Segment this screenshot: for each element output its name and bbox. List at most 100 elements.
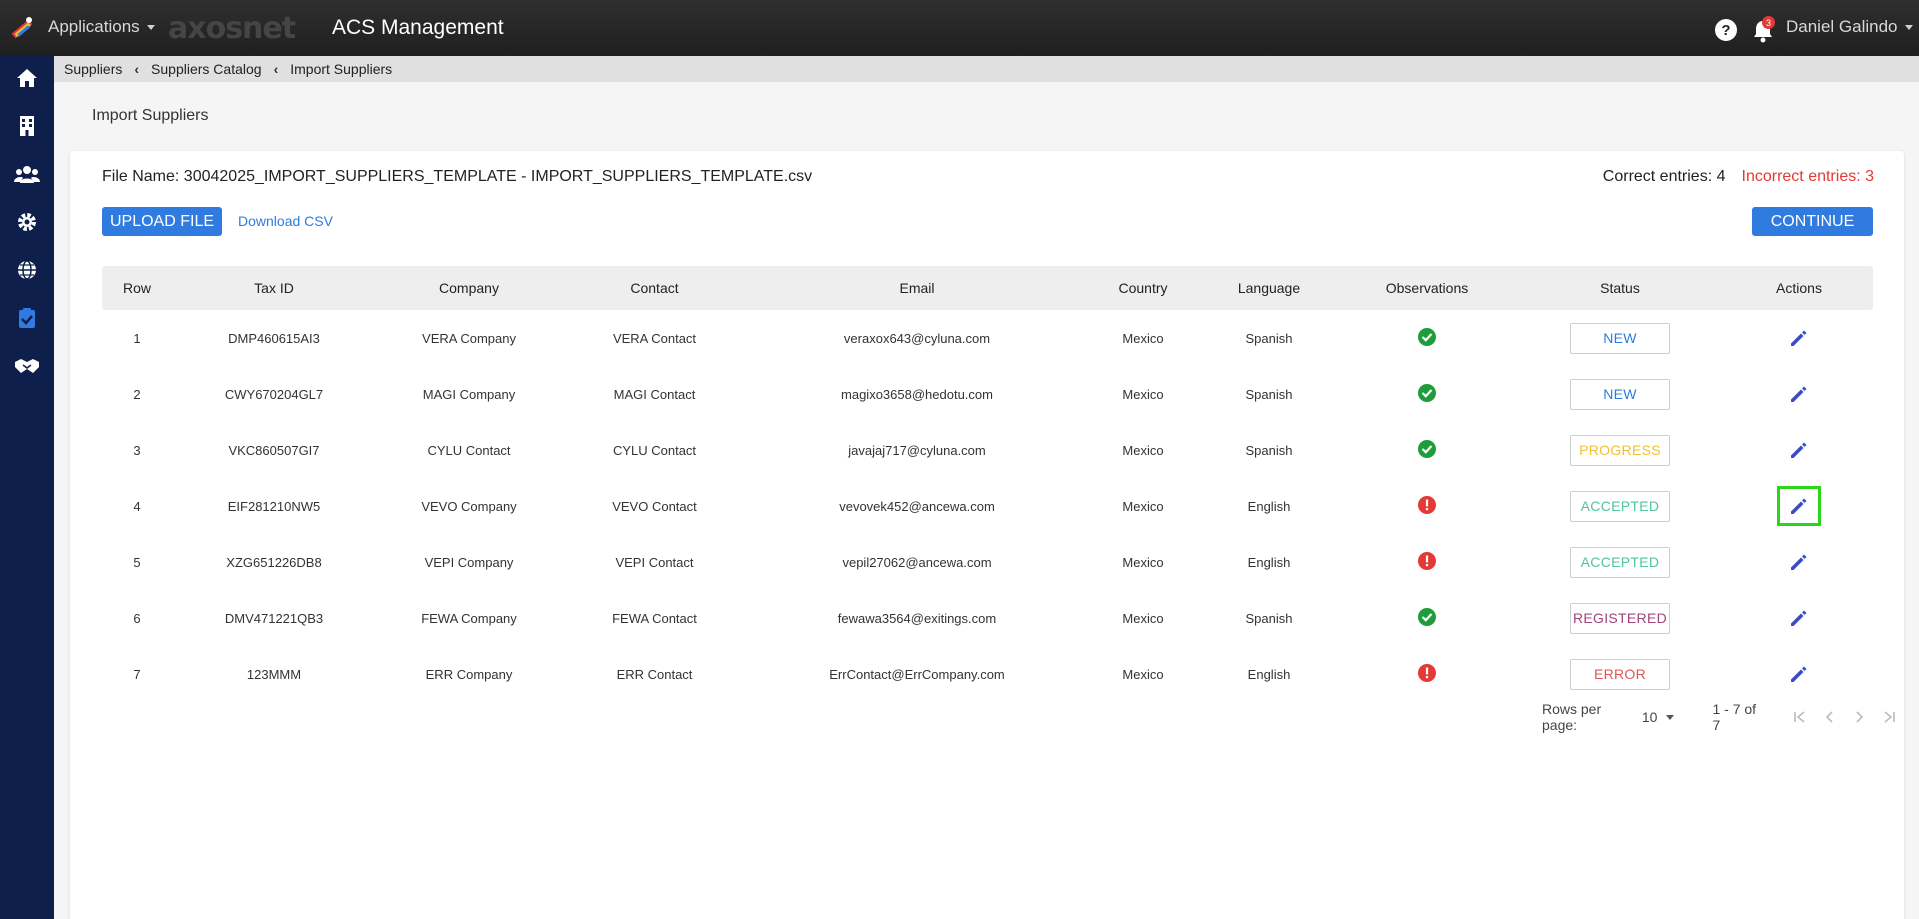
cell-tax-id: CWY670204GL7 [224,386,324,402]
sidebar-item-settings[interactable] [12,207,42,237]
last-page-button[interactable] [1874,705,1904,729]
cell-language: English [1247,666,1291,682]
sidebar-item-users[interactable] [12,159,42,189]
column-header-language: Language [1237,280,1301,296]
cell-contact: ERR Contact [616,666,693,682]
cell-status: NEW [1515,322,1725,354]
download-csv-link[interactable]: Download CSV [238,213,333,229]
home-icon [17,69,37,87]
sidebar-item-partners[interactable] [12,351,42,381]
cell-status: ACCEPTED [1515,490,1725,522]
last-page-icon [1884,711,1895,723]
table-row: 3 VKC860507GI7 CYLU Contact CYLU Contact jav… [102,422,1873,478]
breadcrumb-suppliers[interactable]: Suppliers [64,61,122,77]
error-circle-icon[interactable] [1417,551,1437,571]
cell-country: Mexico [1122,498,1164,514]
check-circle-icon[interactable] [1417,383,1437,403]
table-row: 4 EIF281210NW5 VEVO Company VEVO Contact vev… [102,478,1873,534]
notifications-button[interactable]: 3 [1752,16,1776,43]
rows-per-page-select[interactable]: 10 [1642,709,1675,725]
rows-per-page-value: 10 [1641,709,1658,725]
caret-down-icon [1666,714,1675,720]
edit-button[interactable] [1777,654,1821,694]
edit-button[interactable] [1777,374,1821,414]
cell-tax-id: DMV471221QB3 [224,610,324,626]
pencil-icon [1789,328,1809,348]
file-name: File Name: 30042025_IMPORT_SUPPLIERS_TEM… [102,168,813,185]
app-launcher-icon[interactable] [8,14,36,42]
first-page-button[interactable] [1785,705,1815,729]
edit-button[interactable] [1777,318,1821,358]
sidebar-item-globe[interactable] [12,255,42,285]
caret-down-icon [1904,24,1913,30]
cell-language: English [1247,554,1291,570]
cell-language: Spanish [1245,610,1293,626]
sidebar-item-home[interactable] [12,63,42,93]
table-row: 6 DMV471221QB3 FEWA Company FEWA Contact few… [102,590,1873,646]
cell-email: ErrContact@ErrCompany.com [829,666,1005,682]
status-badge: NEW [1570,322,1670,354]
cell-status: ERROR [1515,658,1725,690]
column-header-actions: Actions [1776,280,1822,296]
help-icon[interactable]: ? [1715,19,1737,41]
column-header-observations: Observations [1385,280,1469,296]
cell-actions [1725,374,1873,414]
check-circle-icon[interactable] [1417,439,1437,459]
column-header-company: Company [439,280,499,296]
cell-actions [1725,542,1873,582]
cell-email: fewawa3564@exitings.com [837,610,997,626]
entries-summary: Correct entries: 4 Incorrect entries: 3 [1603,168,1874,186]
edit-button[interactable] [1777,486,1821,526]
table-row: 2 CWY670204GL7 MAGI Company MAGI Contact mag… [102,366,1873,422]
cell-actions [1725,318,1873,358]
column-header-status: Status [1600,280,1640,296]
cell-contact: VERA Contact [612,330,697,346]
continue-button[interactable]: CONTINUE [1752,207,1873,236]
cell-observations [1339,439,1515,462]
applications-menu[interactable]: Applications [48,17,155,37]
column-header-contact: Contact [630,280,679,296]
check-circle-icon[interactable] [1417,327,1437,347]
pencil-icon [1789,608,1809,628]
next-page-button[interactable] [1844,705,1874,729]
cell-email: vevovek452@ancewa.com [839,498,995,514]
cell-language: Spanish [1245,330,1293,346]
status-badge: NEW [1570,378,1670,410]
user-menu[interactable]: Daniel Galindo [1786,17,1913,37]
top-bar: Applications axosnet ACS Management ? 3 … [0,0,1919,56]
edit-button[interactable] [1777,542,1821,582]
users-icon [14,166,40,183]
cell-observations [1339,383,1515,406]
sidebar [0,56,54,919]
previous-page-button[interactable] [1815,705,1845,729]
column-header-email: Email [899,280,935,296]
sidebar-item-buildings[interactable] [12,111,42,141]
upload-file-button[interactable]: UPLOAD FILE [102,207,222,236]
cell-row: 7 [133,666,141,682]
error-circle-icon[interactable] [1417,495,1437,515]
sidebar-item-tasks[interactable] [12,303,42,333]
table-body: 1 DMP460615AI3 VERA Company VERA Contact ver… [102,310,1873,702]
check-circle-icon[interactable] [1417,607,1437,627]
cell-status: PROGRESS [1515,434,1725,466]
cell-company: VERA Company [422,330,516,346]
cell-tax-id: EIF281210NW5 [227,498,321,514]
edit-button[interactable] [1777,598,1821,638]
cell-company: ERR Company [425,666,513,682]
cell-row: 3 [133,442,141,458]
edit-button[interactable] [1777,430,1821,470]
cell-company: MAGI Company [422,386,516,402]
cell-observations [1339,327,1515,350]
breadcrumb-import-suppliers[interactable]: Import Suppliers [290,61,392,77]
building-icon [20,116,34,136]
cell-country: Mexico [1122,610,1164,626]
page-title: Import Suppliers [92,107,209,124]
company-logo: axosnet [168,11,296,46]
error-circle-icon[interactable] [1417,663,1437,683]
cell-contact: VEVO Contact [612,498,697,514]
cell-status: ACCEPTED [1515,546,1725,578]
breadcrumb-suppliers-catalog[interactable]: Suppliers Catalog [151,61,262,77]
cell-country: Mexico [1122,666,1164,682]
cell-observations [1339,551,1515,574]
cell-email: vepil27062@ancewa.com [842,554,992,570]
